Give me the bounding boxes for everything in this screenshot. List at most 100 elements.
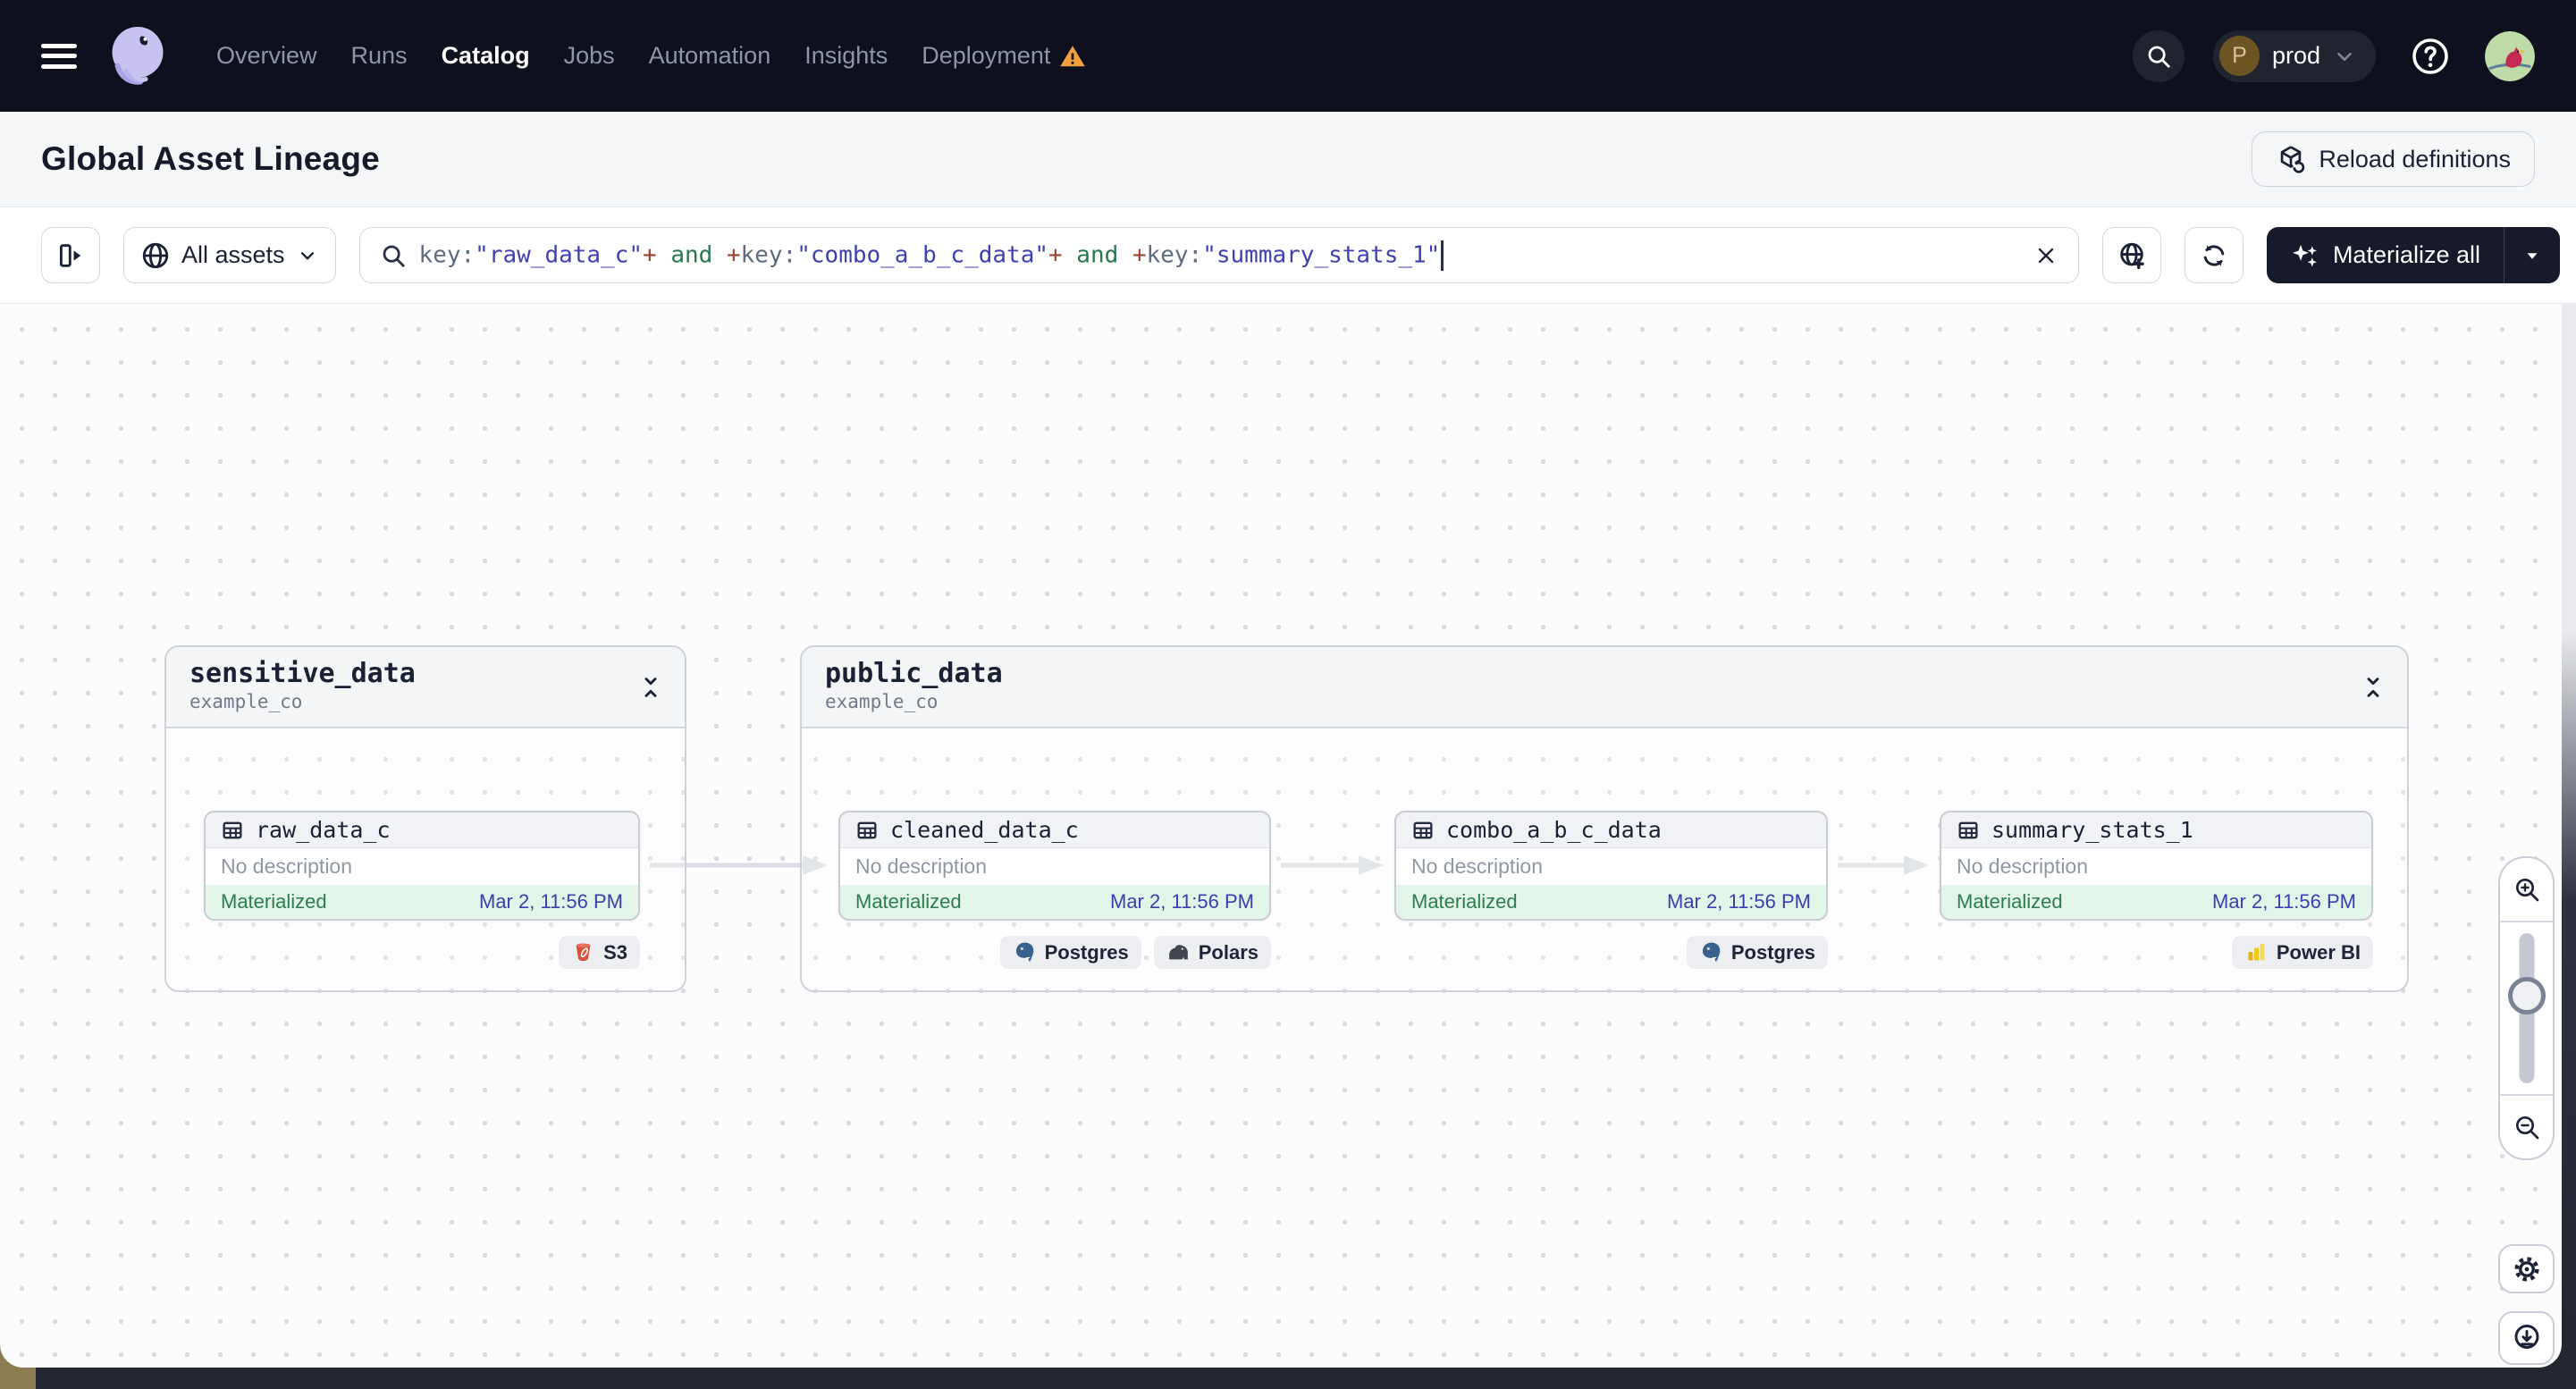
materialization-timestamp[interactable]: Mar 2, 11:56 PM xyxy=(1667,890,1811,913)
refresh-sync-icon xyxy=(2199,240,2229,271)
asset-node-summary_stats_1[interactable]: summary_stats_1 No description Materialize… xyxy=(1940,811,2373,921)
materialization-timestamp[interactable]: Mar 2, 11:56 PM xyxy=(479,890,623,913)
chevron-down-icon xyxy=(296,244,319,267)
materialize-options-button[interactable] xyxy=(2504,227,2560,283)
search-token: + xyxy=(726,241,741,268)
materialize-all-label: Materialize all xyxy=(2332,241,2480,268)
asset-name: raw_data_c xyxy=(256,817,391,843)
help-button[interactable] xyxy=(2404,30,2456,82)
environment-label: prod xyxy=(2271,42,2320,69)
search-token: + xyxy=(1132,241,1147,268)
asset-node-combo_a_b_c_data[interactable]: combo_a_b_c_data No description Materializ… xyxy=(1394,811,1828,921)
chevron-down-icon xyxy=(2333,45,2356,68)
graph-settings-button[interactable] xyxy=(2498,1244,2555,1293)
search-icon xyxy=(380,242,407,269)
zoom-slider[interactable] xyxy=(2500,921,2553,1096)
asset-node-header: combo_a_b_c_data xyxy=(1396,812,1826,848)
postgres-icon xyxy=(1013,940,1037,964)
materialize-all-button[interactable]: Materialize all xyxy=(2267,227,2504,283)
lineage-canvas[interactable]: sensitive_data example_co public_data examp… xyxy=(0,304,2562,1368)
hamburger-menu-icon[interactable] xyxy=(41,43,77,69)
asset-node-header: cleaned_data_c xyxy=(840,812,1269,848)
top-navbar: Overview Runs Catalog Jobs Automation Insight… xyxy=(0,0,2576,112)
asset-tags-row: S3 xyxy=(204,936,640,969)
table-icon xyxy=(1956,818,1981,843)
lineage-toolbar: All assets key:"raw_data_c"+ and +key:"c… xyxy=(0,207,2576,304)
nav-item-label: Catalog xyxy=(441,42,530,69)
kind-tag-label: Polars xyxy=(1198,940,1259,964)
reload-cube-icon xyxy=(2276,144,2306,174)
environment-switcher[interactable]: P prod xyxy=(2212,29,2376,82)
asset-node-cleaned_data_c[interactable]: cleaned_data_c No description Materialized… xyxy=(838,811,1271,921)
collapse-icon xyxy=(2360,672,2387,703)
globe-icon xyxy=(140,240,171,271)
user-avatar[interactable] xyxy=(2485,30,2535,81)
postgres-icon xyxy=(1699,940,1723,964)
refresh-button[interactable] xyxy=(2184,227,2243,283)
asset-node-body: No description xyxy=(206,848,638,885)
nav-item-jobs[interactable]: Jobs xyxy=(564,42,615,70)
asset-description: No description xyxy=(221,854,353,878)
asset-node-header: summary_stats_1 xyxy=(1941,812,2371,848)
search-token: "summary_stats_1" xyxy=(1202,241,1441,268)
global-search-button[interactable] xyxy=(2132,29,2185,82)
nav-item-overview[interactable]: Overview xyxy=(216,42,317,70)
zoom-out-button[interactable] xyxy=(2500,1096,2553,1158)
kind-tag-s3[interactable]: S3 xyxy=(559,936,640,969)
polars-icon xyxy=(1166,940,1191,964)
sparkle-icon xyxy=(2290,240,2320,271)
asset-name: summary_stats_1 xyxy=(1991,817,2193,843)
reload-definitions-button[interactable]: Reload definitions xyxy=(2252,131,2535,187)
nav-item-automation[interactable]: Automation xyxy=(649,42,771,70)
nav-item-runs[interactable]: Runs xyxy=(351,42,408,70)
download-icon xyxy=(2511,1322,2543,1354)
open-panel-button[interactable] xyxy=(41,227,100,283)
materialize-all-split-button: Materialize all xyxy=(2266,227,2560,283)
nav-item-label: Automation xyxy=(648,42,771,69)
search-token: key: xyxy=(1146,241,1203,268)
search-token: key: xyxy=(740,241,797,268)
search-token: key: xyxy=(418,241,476,268)
add-to-catalog-view-button[interactable] xyxy=(2101,227,2161,283)
page-header: Global Asset Lineage Reload definitions xyxy=(0,112,2576,207)
nav-item-catalog[interactable]: Catalog xyxy=(442,42,530,70)
nav-item-deployment[interactable]: Deployment xyxy=(922,42,1086,70)
kind-tag-postgres[interactable]: Postgres xyxy=(999,936,1141,969)
kind-tag-power-bi[interactable]: Power BI xyxy=(2231,936,2373,969)
kind-tag-label: Postgres xyxy=(1044,940,1129,964)
kind-tag-label: S3 xyxy=(603,940,627,964)
asset-scope-filter[interactable]: All assets xyxy=(123,227,336,283)
asset-status-row: Materialized Mar 2, 11:56 PM xyxy=(206,885,638,919)
materialization-status: Materialized xyxy=(1957,890,2063,913)
collapse-group-button[interactable] xyxy=(635,670,667,706)
nav-item-label: Overview xyxy=(216,42,317,69)
reload-definitions-label: Reload definitions xyxy=(2319,145,2511,173)
question-circle-icon xyxy=(2409,35,2452,78)
asset-status-row: Materialized Mar 2, 11:56 PM xyxy=(1941,885,2371,919)
materialization-status: Materialized xyxy=(855,890,962,913)
kind-tag-label: Postgres xyxy=(1730,940,1815,964)
nav-item-insights[interactable]: Insights xyxy=(804,42,888,70)
group-title: public_data xyxy=(825,658,1003,689)
asset-search-input[interactable]: key:"raw_data_c"+ and +key:"combo_a_b_c_… xyxy=(358,227,2079,283)
collapse-group-button[interactable] xyxy=(2357,670,2389,706)
materialization-status: Materialized xyxy=(221,890,327,913)
zoom-slider-thumb[interactable] xyxy=(2507,977,2546,1015)
clear-search-button[interactable] xyxy=(2033,243,2058,268)
download-image-button[interactable] xyxy=(2498,1311,2555,1365)
group-code-location: example_co xyxy=(189,691,303,712)
kind-tag-postgres[interactable]: Postgres xyxy=(1686,936,1828,969)
kind-tag-polars[interactable]: Polars xyxy=(1153,936,1271,969)
materialization-status: Materialized xyxy=(1411,890,1518,913)
search-token: "combo_a_b_c_data" xyxy=(796,241,1048,268)
materialization-timestamp[interactable]: Mar 2, 11:56 PM xyxy=(1110,890,1254,913)
materialization-timestamp[interactable]: Mar 2, 11:56 PM xyxy=(2212,890,2356,913)
zoom-in-button[interactable] xyxy=(2500,858,2553,921)
nav-item-label: Jobs xyxy=(563,42,615,69)
dagster-logo-icon[interactable] xyxy=(105,24,170,88)
asset-node-raw_data_c[interactable]: raw_data_c No description Materialized Mar … xyxy=(204,811,640,921)
collapse-icon xyxy=(637,672,664,703)
asset-tags-row: Postgres xyxy=(1394,936,1828,969)
nav-item-label: Runs xyxy=(350,42,408,69)
group-header: public_data example_co xyxy=(802,647,2407,728)
